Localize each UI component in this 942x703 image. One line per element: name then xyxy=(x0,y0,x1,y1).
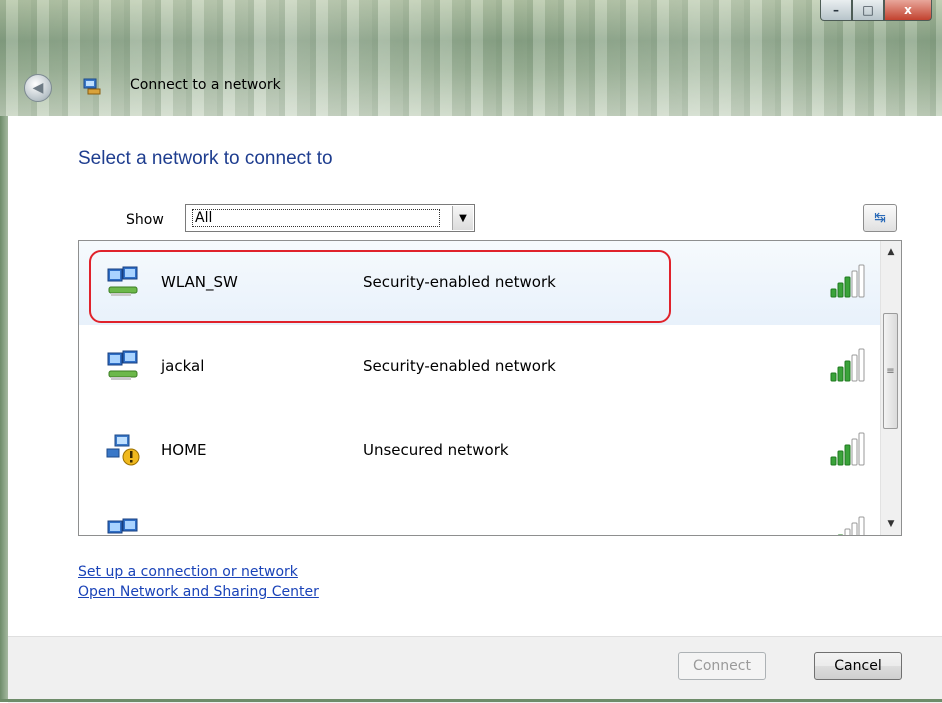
show-filter-value: All xyxy=(192,209,440,227)
signal-bar xyxy=(851,438,858,466)
window-titlebar: – □ x ◀ Connect to a network xyxy=(0,0,942,116)
setup-connection-link[interactable]: Set up a connection or network xyxy=(78,564,298,580)
dialog-footer: Connect Cancel xyxy=(8,636,942,703)
dialog-content: Select a network to connect to Show All … xyxy=(8,116,942,636)
signal-bar xyxy=(851,522,858,535)
signal-bar xyxy=(851,270,858,298)
secured-network-icon xyxy=(107,350,138,380)
signal-bar xyxy=(830,456,837,466)
close-button[interactable]: x xyxy=(884,0,932,21)
back-arrow-icon: ◀ xyxy=(32,80,44,96)
network-row[interactable]: HOME Unsecured network xyxy=(79,409,881,493)
signal-bar xyxy=(837,450,844,466)
scroll-thumb[interactable]: ≡ xyxy=(883,313,898,429)
signal-bar xyxy=(844,444,851,466)
cancel-button[interactable]: Cancel xyxy=(814,652,902,680)
signal-bar xyxy=(844,360,851,382)
network-security: Unsecured network xyxy=(363,441,509,459)
network-list: HOME Unsecured network jackal Security-enab… xyxy=(78,240,902,536)
network-list-scrollbar[interactable]: ▲ ≡ ▼ xyxy=(880,241,901,535)
signal-bar xyxy=(837,534,844,535)
network-row[interactable]: jackal Security-enabled network xyxy=(79,325,881,409)
scroll-up-icon[interactable]: ▲ xyxy=(881,243,901,261)
maximize-button[interactable]: □ xyxy=(852,0,884,21)
signal-bar xyxy=(858,264,865,298)
signal-bar xyxy=(837,282,844,298)
refresh-button[interactable]: ↹ xyxy=(863,204,897,232)
signal-bar xyxy=(858,348,865,382)
signal-bar xyxy=(830,372,837,382)
dropdown-arrow-icon[interactable]: ▼ xyxy=(452,206,473,230)
sharing-center-link[interactable]: Open Network and Sharing Center xyxy=(78,584,319,600)
window-frame-left xyxy=(0,116,8,702)
signal-bar xyxy=(851,354,858,382)
scroll-down-icon[interactable]: ▼ xyxy=(881,515,901,533)
aero-background xyxy=(0,0,942,116)
network-name: jackal xyxy=(161,357,205,375)
signal-strength-icon xyxy=(837,516,865,535)
signal-bar xyxy=(844,276,851,298)
connect-button[interactable]: Connect xyxy=(678,652,766,680)
signal-strength-icon xyxy=(830,264,865,298)
network-name: HOME xyxy=(161,441,207,459)
signal-bar xyxy=(837,366,844,382)
signal-bar xyxy=(844,528,851,535)
signal-bar xyxy=(858,516,865,535)
minimize-button[interactable]: – xyxy=(820,0,852,21)
network-security: Security-enabled network xyxy=(363,357,556,375)
selection-highlight xyxy=(89,250,671,323)
window-controls: – □ x xyxy=(820,0,932,21)
secured-network-icon xyxy=(107,518,138,534)
show-label: Show xyxy=(126,212,164,228)
signal-strength-icon xyxy=(830,348,865,382)
back-button[interactable]: ◀ xyxy=(24,74,52,102)
unsecured-network-icon xyxy=(106,434,140,466)
network-row[interactable] xyxy=(79,493,881,535)
window-title: Connect to a network xyxy=(130,77,281,93)
signal-bar xyxy=(830,288,837,298)
signal-strength-icon xyxy=(830,432,865,466)
show-filter-select[interactable]: All ▼ xyxy=(185,204,475,232)
network-wizard-icon xyxy=(83,78,101,95)
page-heading: Select a network to connect to xyxy=(78,148,333,169)
network-row[interactable]: WLAN_SW Security-enabled network xyxy=(79,241,881,325)
signal-bar xyxy=(858,432,865,466)
refresh-icon: ↹ xyxy=(874,210,886,226)
